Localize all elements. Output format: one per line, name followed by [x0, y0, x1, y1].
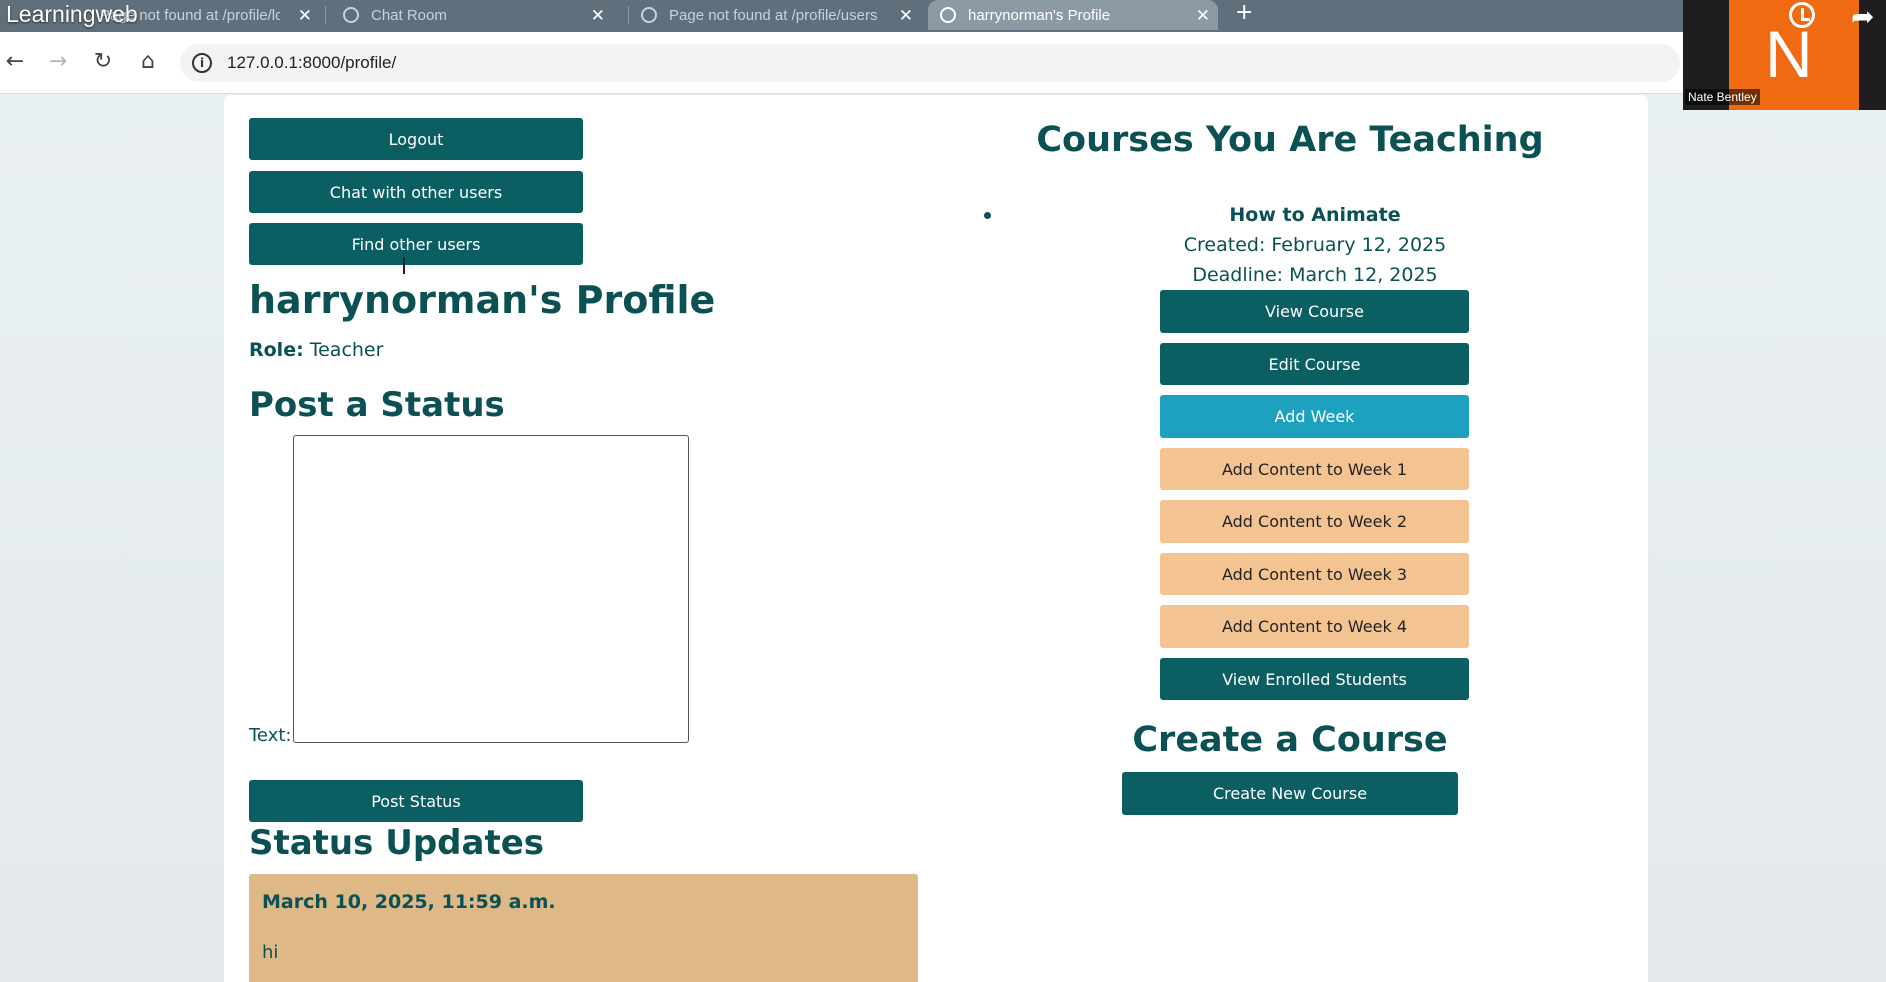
info-icon[interactable]: i	[192, 53, 212, 73]
status-update-item: March 10, 2025, 11:59 a.m. hi	[249, 874, 918, 982]
clock-icon[interactable]	[1789, 2, 1815, 28]
create-course-heading: Create a Course	[1132, 720, 1448, 760]
list-bullet	[984, 212, 991, 219]
share-icon[interactable]: ➦	[1851, 0, 1874, 33]
new-tab-button[interactable]: +	[1235, 0, 1253, 26]
course-deadline-date: Deadline: March 12, 2025	[1192, 264, 1438, 286]
find-users-button[interactable]: Find other users	[249, 223, 583, 265]
back-arrow-icon[interactable]: ←	[0, 47, 30, 77]
post-status-heading: Post a Status	[249, 385, 505, 425]
globe-icon	[940, 7, 956, 23]
globe-icon	[343, 7, 359, 23]
add-content-week-2-button[interactable]: Add Content to Week 2	[1160, 500, 1469, 543]
add-content-week-1-button[interactable]: Add Content to Week 1	[1160, 448, 1469, 490]
address-url[interactable]: 127.0.0.1:8000/profile/	[227, 53, 396, 73]
create-new-course-button[interactable]: Create New Course	[1122, 772, 1458, 815]
tab-harrynorman-profile[interactable]: harrynorman's Profile ✕	[928, 0, 1218, 30]
forward-arrow-icon[interactable]: →	[43, 47, 73, 77]
home-icon[interactable]: ⌂	[133, 47, 163, 77]
tab-chat-room[interactable]: Chat Room ✕	[343, 0, 613, 30]
tab-page-not-found-users[interactable]: Page not found at /profile/users ✕	[641, 0, 921, 30]
address-bar[interactable]: i 127.0.0.1:8000/profile/	[180, 44, 1680, 82]
add-content-week-3-button[interactable]: Add Content to Week 3	[1160, 553, 1469, 595]
text-cursor-icon	[403, 257, 411, 274]
course-title: How to Animate	[1229, 204, 1401, 226]
edit-course-button[interactable]: Edit Course	[1160, 343, 1469, 385]
chat-with-users-button[interactable]: Chat with other users	[249, 171, 583, 213]
view-enrolled-students-button[interactable]: View Enrolled Students	[1160, 658, 1469, 700]
page-title: harrynorman's Profile	[249, 278, 716, 322]
view-course-button[interactable]: View Course	[1160, 290, 1469, 333]
tab-title: Page not found at /profile/users	[669, 6, 878, 24]
video-title: Learningweb	[6, 1, 138, 27]
close-icon[interactable]: ✕	[899, 6, 913, 26]
text-label: Text:	[249, 725, 292, 746]
status-text-input[interactable]	[293, 435, 689, 743]
role-label: Role:	[249, 339, 304, 361]
webcam-name: Nate Bentley	[1685, 89, 1760, 105]
browser-tab-strip: Page not found at /profile/logout ✕ Chat…	[0, 0, 1886, 32]
post-status-button[interactable]: Post Status	[249, 780, 583, 822]
role-line: Role: Teacher	[249, 339, 383, 361]
add-content-week-4-button[interactable]: Add Content to Week 4	[1160, 605, 1469, 648]
status-text: hi	[262, 942, 279, 963]
close-icon[interactable]: ✕	[298, 6, 312, 26]
status-updates-heading: Status Updates	[249, 823, 544, 863]
course-created-date: Created: February 12, 2025	[1183, 234, 1447, 256]
status-date: March 10, 2025, 11:59 a.m.	[262, 891, 556, 913]
add-week-button[interactable]: Add Week	[1160, 395, 1469, 438]
courses-teaching-heading: Courses You Are Teaching	[1036, 120, 1544, 160]
webcam-overlay: N Nate Bentley ➦	[1683, 0, 1886, 110]
tab-title: Chat Room	[371, 6, 447, 24]
close-icon[interactable]: ✕	[591, 6, 605, 26]
browser-toolbar: ← → ↻ ⌂ i 127.0.0.1:8000/profile/	[0, 32, 1886, 94]
role-value: Teacher	[309, 339, 384, 361]
globe-icon	[641, 7, 657, 23]
tab-title: harrynorman's Profile	[968, 6, 1111, 24]
reload-icon[interactable]: ↻	[88, 47, 118, 77]
logout-button[interactable]: Logout	[249, 118, 583, 160]
close-icon[interactable]: ✕	[1196, 6, 1210, 26]
